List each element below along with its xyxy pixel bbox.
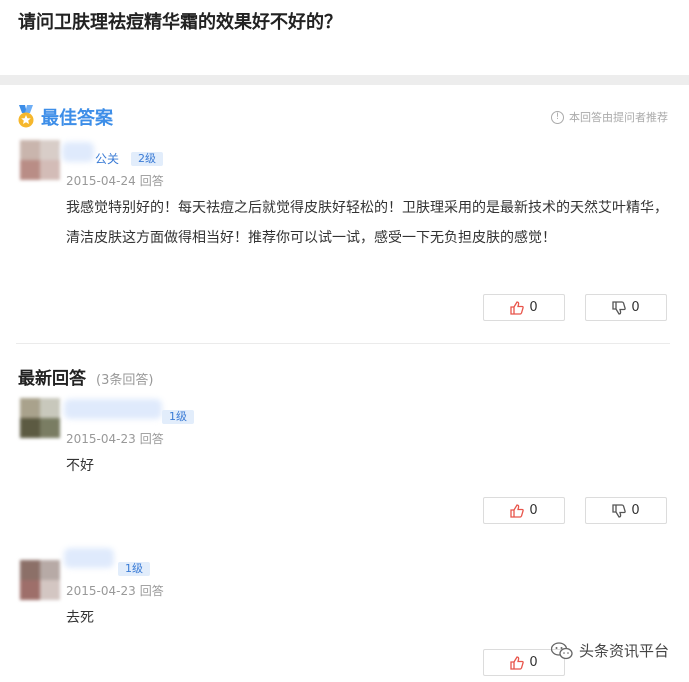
recommend-note: ! 本回答由提问者推荐 <box>551 109 668 125</box>
thumbs-down-icon <box>612 503 627 518</box>
thumbs-up-icon <box>510 655 525 670</box>
dislike-button[interactable]: 0 <box>585 294 667 321</box>
section-separator <box>0 75 689 85</box>
avatar[interactable] <box>20 140 60 180</box>
best-answer-header: 最佳答案 <box>16 104 113 130</box>
thumbs-up-icon <box>510 503 525 518</box>
user-name-blurred <box>64 548 114 568</box>
user-name-blurred <box>62 142 94 162</box>
like-count: 0 <box>529 655 538 670</box>
dislike-button[interactable]: 0 <box>585 497 667 524</box>
recommend-note-text: 本回答由提问者推荐 <box>569 111 668 124</box>
avatar[interactable] <box>20 398 60 438</box>
divider <box>16 343 670 344</box>
answer-action: 回答 <box>139 174 164 188</box>
level-badge: 1级 <box>118 562 150 576</box>
best-answer-title: 最佳答案 <box>41 108 113 129</box>
level-badge: 1级 <box>162 410 194 424</box>
user-name[interactable]: 公关 <box>95 150 119 167</box>
like-button[interactable]: 0 <box>483 497 565 524</box>
answer-date: 2015-04-23 <box>66 432 136 446</box>
best-answer-text: 我感觉特别好的！每天祛痘之后就觉得皮肤好轻松的！卫肤理采用的是最新技术的天然艾叶… <box>66 200 668 246</box>
level-badge: 2级 <box>131 152 163 166</box>
answer-text: 去死 <box>66 610 94 626</box>
medal-icon <box>18 105 34 128</box>
like-button[interactable]: 0 <box>483 294 565 321</box>
thumbs-down-icon <box>612 300 627 315</box>
answer-date: 2015-04-23 <box>66 584 136 598</box>
answer-meta: 2015-04-23 回答 <box>66 430 164 447</box>
dislike-count: 0 <box>631 300 640 315</box>
watermark: 头条资讯平台 <box>550 640 669 661</box>
avatar[interactable] <box>20 560 60 600</box>
user-name-blurred <box>64 399 162 419</box>
answer-action: 回答 <box>139 432 164 446</box>
latest-answers-title: 最新回答 <box>18 369 86 389</box>
latest-answers-header: 最新回答 (3条回答) <box>18 364 153 389</box>
thumbs-up-icon <box>510 300 525 315</box>
answer-meta: 2015-04-24 回答 <box>66 172 164 189</box>
answer-count: (3条回答) <box>96 373 154 388</box>
answer-date: 2015-04-24 <box>66 174 136 188</box>
question-title: 请问卫肤理祛痘精华霜的效果好不好的？ <box>18 12 342 33</box>
dislike-count: 0 <box>631 503 640 518</box>
wechat-icon <box>550 641 573 659</box>
answer-meta: 2015-04-23 回答 <box>66 582 164 599</box>
answer-text: 不好 <box>66 458 94 474</box>
answer-action: 回答 <box>139 584 164 598</box>
like-count: 0 <box>529 300 538 315</box>
info-icon: ! <box>551 110 564 124</box>
like-count: 0 <box>529 503 538 518</box>
watermark-text: 头条资讯平台 <box>578 642 669 660</box>
